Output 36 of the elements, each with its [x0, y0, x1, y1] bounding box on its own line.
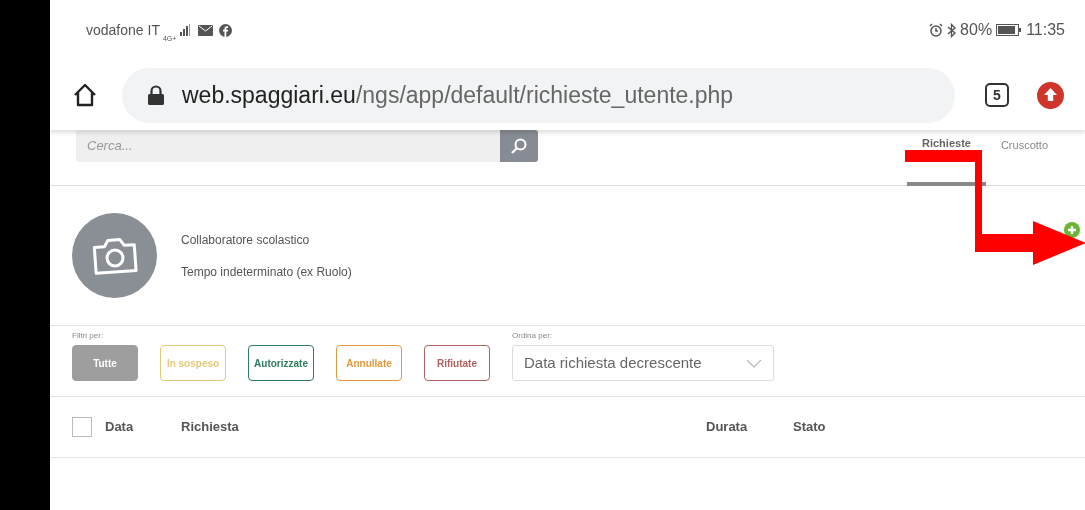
sort-label: Ordina per: [512, 331, 554, 341]
filter-button[interactable]: Autorizzate [248, 345, 314, 381]
filter-button[interactable]: Annullate [336, 345, 402, 381]
battery-icon [996, 24, 1023, 36]
add-icon[interactable] [1064, 222, 1080, 238]
lock-icon [148, 85, 164, 105]
nav-tab[interactable]: Cruscotto [985, 130, 1063, 186]
filter-label: Filtri per: [72, 331, 105, 341]
column-header: Data [105, 418, 135, 437]
profile-role: Collaboratore scolastico [181, 231, 311, 249]
search-button[interactable] [500, 130, 538, 162]
tab-count-button[interactable]: 5 [985, 83, 1009, 107]
carrier-name: vodafone IT [86, 20, 160, 40]
sort-dropdown[interactable]: Data richiesta decrescente [512, 345, 774, 381]
search-field[interactable]: Cerca... [76, 130, 500, 162]
select-all-checkbox[interactable] [72, 417, 92, 437]
mail-icon [198, 24, 214, 36]
battery-percent: 80% [960, 20, 993, 40]
bluetooth-icon [947, 22, 957, 38]
address-bar[interactable]: web.spaggiari.eu/ngs/app/default/richieste_utente.php [122, 67, 955, 123]
column-header: Stato [793, 418, 826, 437]
signal-icon [179, 24, 192, 36]
facebook-icon [219, 23, 233, 37]
search-icon [510, 137, 528, 155]
chevron-icon [746, 358, 762, 368]
filter-button[interactable]: Rifiutate [424, 345, 490, 381]
upload-icon[interactable] [1037, 81, 1064, 109]
home-icon[interactable] [72, 82, 98, 108]
camera-icon [90, 236, 139, 275]
column-header: Durata [706, 418, 749, 437]
clock-time: 11:35 [1026, 20, 1065, 40]
column-header: Richiesta [181, 418, 240, 437]
profile-contract: Tempo indeterminato (ex Ruolo) [181, 263, 352, 281]
alarm-icon [929, 23, 944, 37]
filter-button[interactable]: Tutte [72, 345, 138, 381]
url-text: web.spaggiari.eu/ngs/app/default/richieste_utente.php [182, 80, 734, 110]
